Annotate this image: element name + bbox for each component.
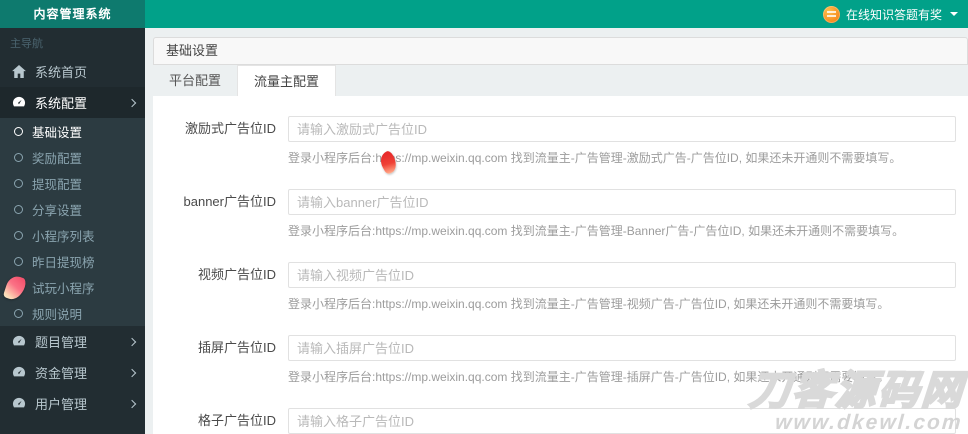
sidebar-item-system-config[interactable]: 系统配置 (0, 87, 145, 118)
sidebar-item-label: 资金管理 (35, 366, 88, 381)
form-row-grid-ad: 格子广告位ID 登录小程序后台:https://mp.weixin.qq.com… (153, 408, 956, 434)
field-help-text: 登录小程序后台:https://mp.weixin.qq.com 找到流量主-广… (288, 370, 890, 384)
form-row-reward-ad: 激励式广告位ID 登录小程序后台:https://mp.weixin.qq.co… (153, 116, 956, 166)
main-content: 基础设置 平台配置 流量主配置 激励式广告位ID 登录小程序后台:https:/… (145, 28, 968, 434)
sidebar-submenu: 基础设置 奖励配置 提现配置 分享设置 小程序列表 昨日提现榜 试玩小程序 规则… (0, 118, 145, 326)
top-bar: 内容管理系统 在线知识答题有奖 (0, 0, 968, 28)
sub-item-label: 分享设置 (32, 203, 83, 218)
field-label: 视频广告位ID (197, 267, 276, 282)
tab-bar: 平台配置 流量主配置 (153, 65, 968, 96)
user-menu-label: 在线知识答题有奖 (845, 7, 942, 22)
field-label: 插屏广告位ID (197, 340, 276, 355)
sidebar-item-yesterday-withdraw-rank[interactable]: 昨日提现榜 (0, 248, 145, 274)
gauge-icon (12, 96, 27, 110)
user-menu[interactable]: 在线知识答题有奖 (822, 5, 958, 23)
grid-ad-id-input[interactable] (288, 408, 956, 434)
chevron-right-icon (127, 337, 137, 346)
sidebar-item-user-management[interactable]: 用户管理 (0, 388, 145, 419)
gauge-icon (12, 366, 27, 380)
video-ad-id-input[interactable] (288, 262, 956, 288)
top-navbar: 在线知识答题有奖 (145, 0, 968, 28)
sidebar-item-trial-miniprogram[interactable]: 试玩小程序 (0, 274, 145, 300)
sub-item-label: 小程序列表 (32, 229, 95, 244)
sidebar-item-label: 题目管理 (35, 335, 88, 350)
chevron-right-icon (127, 368, 137, 377)
sidebar-item-label: 系统首页 (35, 65, 88, 80)
reward-ad-id-input[interactable] (288, 116, 956, 142)
sidebar-item-withdraw-config[interactable]: 提现配置 (0, 170, 145, 196)
interstitial-ad-id-input[interactable] (288, 335, 956, 361)
form-row-banner-ad: banner广告位ID 登录小程序后台:https://mp.weixin.qq… (153, 189, 956, 239)
sidebar-item-label: 用户管理 (35, 397, 88, 412)
tab-traffic-master-config[interactable]: 流量主配置 (237, 65, 337, 96)
sub-item-label: 提现配置 (32, 177, 83, 192)
sidebar-item-fund-management[interactable]: 资金管理 (0, 357, 145, 388)
sidebar-item-home[interactable]: 系统首页 (0, 56, 145, 87)
circle-icon (14, 204, 23, 214)
app-title: 内容管理系统 (0, 0, 145, 28)
sidebar: 主导航 系统首页 系统配置 基础设置 奖励配置 提现配置 分享设置 小程序列表 … (0, 28, 145, 434)
home-icon (12, 65, 27, 79)
circle-icon (14, 126, 23, 136)
chevron-right-icon (127, 399, 137, 408)
form-row-video-ad: 视频广告位ID 登录小程序后台:https://mp.weixin.qq.com… (153, 262, 956, 312)
sub-item-label: 规则说明 (32, 307, 83, 322)
sidebar-item-rules[interactable]: 规则说明 (0, 300, 145, 326)
tab-platform-config[interactable]: 平台配置 (153, 65, 237, 96)
sidebar-item-label: 系统配置 (35, 96, 88, 111)
chevron-down-icon (950, 12, 958, 16)
tab-content: 激励式广告位ID 登录小程序后台:https://mp.weixin.qq.co… (153, 96, 968, 434)
circle-icon (14, 282, 23, 292)
sidebar-item-reward-config[interactable]: 奖励配置 (0, 144, 145, 170)
circle-icon (14, 256, 23, 266)
field-label: banner广告位ID (183, 194, 276, 209)
sub-item-label: 奖励配置 (32, 151, 83, 166)
field-help-text: 登录小程序后台:https://mp.weixin.qq.com 找到流量主-广… (288, 151, 902, 165)
circle-icon (14, 308, 23, 318)
field-help-text: 登录小程序后台:https://mp.weixin.qq.com 找到流量主-广… (288, 297, 890, 311)
sidebar-item-basic-settings[interactable]: 基础设置 (0, 118, 145, 144)
sidebar-item-miniprogram-list[interactable]: 小程序列表 (0, 222, 145, 248)
field-help-text: 登录小程序后台:https://mp.weixin.qq.com 找到流量主-广… (288, 224, 905, 238)
field-label: 激励式广告位ID (184, 121, 276, 136)
gauge-icon (12, 397, 27, 411)
sidebar-section-label: 主导航 (10, 38, 43, 50)
chevron-right-icon (127, 98, 137, 107)
sub-item-label: 试玩小程序 (32, 281, 95, 296)
circle-icon (14, 178, 23, 188)
panel-title: 基础设置 (153, 37, 968, 65)
sidebar-item-share-settings[interactable]: 分享设置 (0, 196, 145, 222)
circle-icon (14, 230, 23, 240)
sub-item-label: 昨日提现榜 (32, 255, 95, 270)
field-label: 格子广告位ID (197, 413, 276, 428)
circle-icon (14, 152, 23, 162)
sub-item-label: 基础设置 (32, 125, 83, 140)
form-row-interstitial-ad: 插屏广告位ID 登录小程序后台:https://mp.weixin.qq.com… (153, 335, 956, 385)
sidebar-item-question-management[interactable]: 题目管理 (0, 326, 145, 357)
quiz-badge-icon (822, 5, 840, 23)
banner-ad-id-input[interactable] (288, 189, 956, 215)
gauge-icon (12, 335, 27, 349)
